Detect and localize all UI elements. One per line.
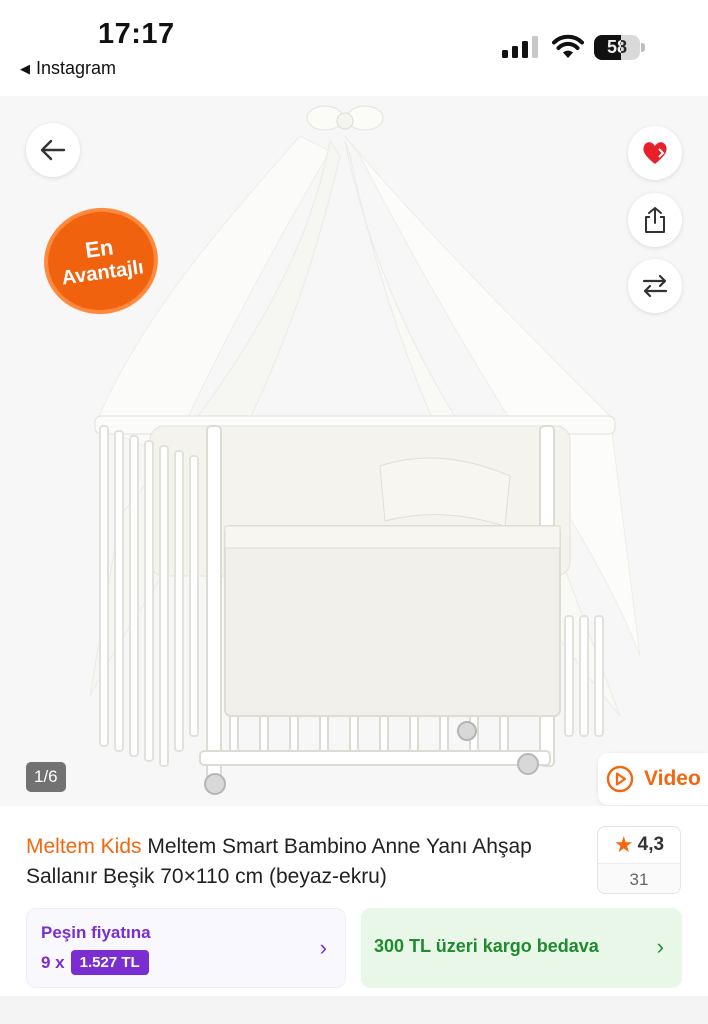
share-icon (645, 207, 665, 233)
swap-arrows-icon (642, 274, 668, 298)
compare-button[interactable] (628, 259, 682, 313)
back-app-label: Instagram (36, 58, 117, 78)
back-to-instagram-link[interactable]: ◀ Instagram (20, 58, 116, 79)
product-brand-link[interactable]: Meltem Kids (26, 835, 142, 858)
section-divider (0, 996, 708, 1024)
back-triangle-icon: ◀ (20, 60, 30, 76)
status-time: 17:17 (98, 18, 175, 50)
installment-price: 1.527 TL (70, 950, 149, 975)
video-button[interactable]: Video (598, 753, 708, 805)
product-photo-crib (89, 105, 641, 795)
chevron-right-icon: › (656, 934, 664, 959)
image-counter: 1/6 (26, 762, 66, 792)
share-button[interactable] (628, 193, 682, 247)
chevron-right-icon: › (319, 935, 327, 960)
rating-box[interactable]: ★ 4,3 31 (597, 826, 681, 894)
badge-line2: Avantajlı (60, 256, 146, 290)
installment-card[interactable]: Peşin fiyatına 9 x 1.527 TL › (26, 908, 346, 988)
favorite-button[interactable] (628, 126, 682, 180)
battery-percentage: 58 (606, 37, 628, 57)
play-circle-icon (606, 765, 634, 793)
product-image-gallery[interactable]: En Avantajlı 1/6 Video (0, 96, 708, 806)
free-shipping-card[interactable]: 300 TL üzeri kargo bedava › (361, 908, 682, 988)
back-button[interactable] (26, 123, 80, 177)
review-count: 31 (598, 863, 680, 893)
cellular-signal-icon (502, 36, 538, 58)
video-label: Video (644, 767, 701, 790)
free-shipping-label: 300 TL üzeri kargo bedava (374, 936, 599, 956)
product-title: Meltem Kids Meltem Smart Bambino Anne Ya… (26, 832, 586, 892)
battery-icon: 58 (594, 35, 646, 60)
rating-value: 4,3 (637, 834, 665, 855)
installment-label: Peşin fiyatına (41, 923, 151, 942)
installment-count: 9 x (41, 952, 65, 972)
status-bar: 17:17 ◀ Instagram 58 (0, 0, 708, 96)
arrow-left-icon (40, 139, 66, 161)
wifi-icon (552, 34, 584, 58)
heart-icon (643, 142, 667, 164)
star-icon: ★ (613, 832, 634, 857)
